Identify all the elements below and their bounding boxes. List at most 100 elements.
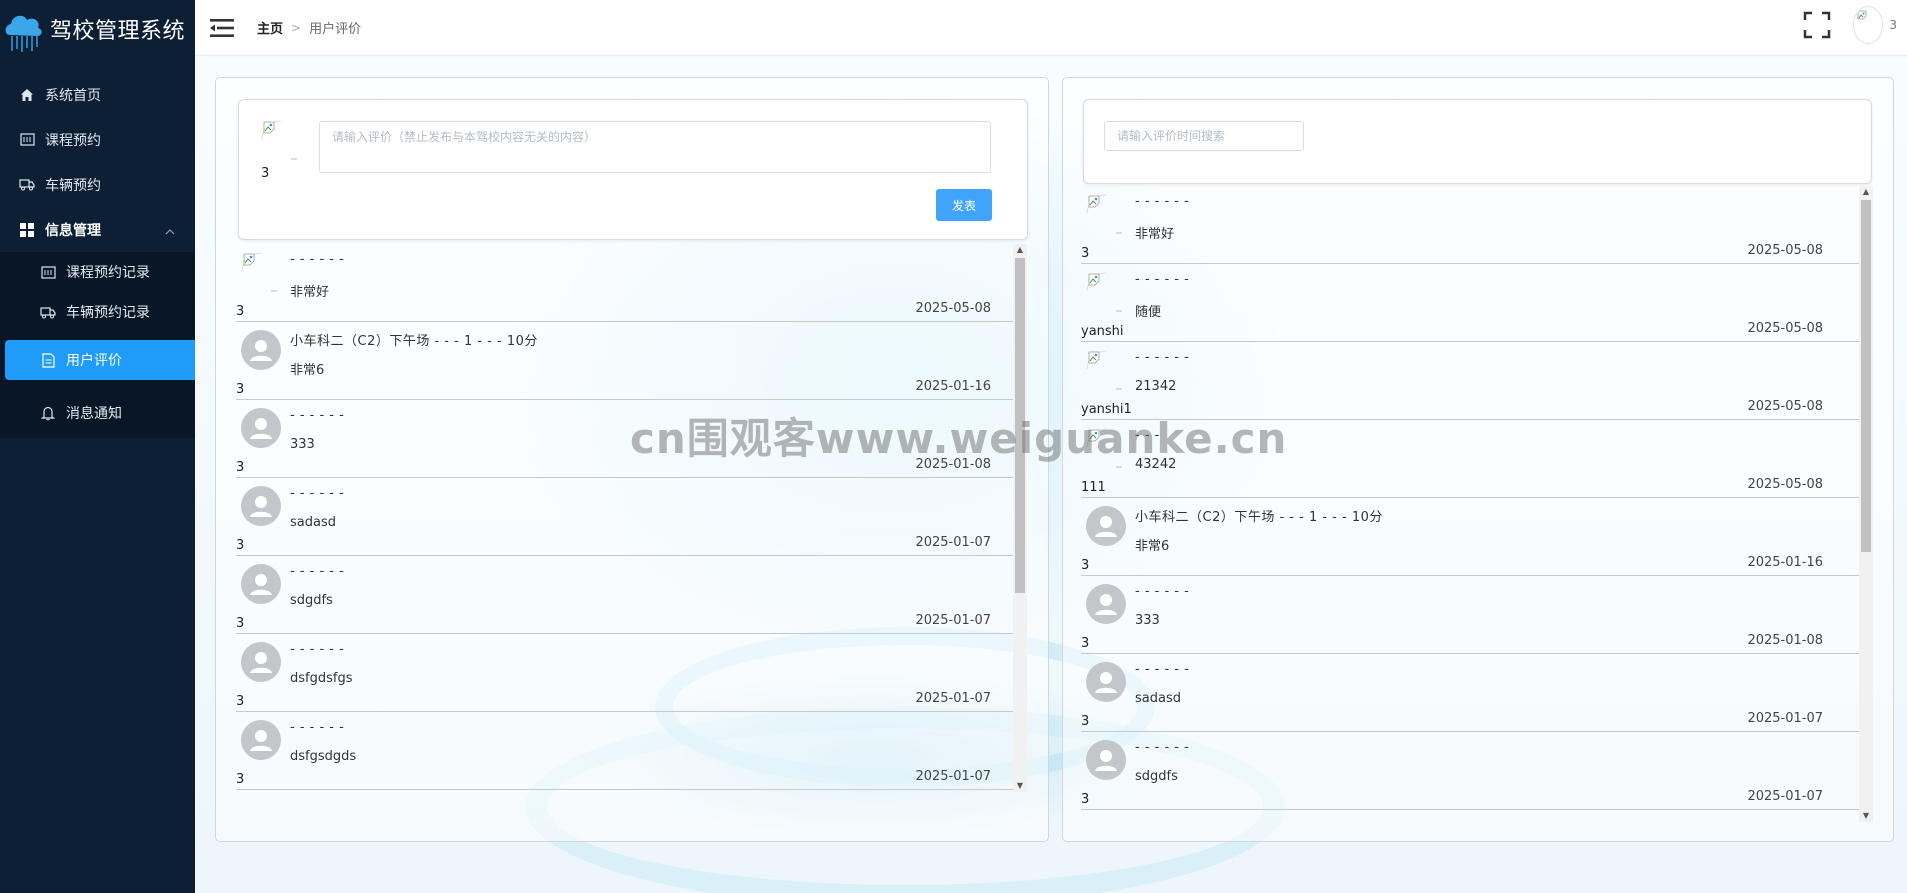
review-username: 3 — [1081, 792, 1090, 807]
list-item: yanshi1 - - - - - - 21342 2025-05-08 — [1081, 342, 1859, 420]
review-content: sadasd — [1135, 691, 1181, 706]
review-content: sdgdfs — [1135, 769, 1178, 784]
review-content: 43242 — [1135, 457, 1177, 472]
header-username: 3 — [1889, 18, 1897, 32]
composer-username: 3 — [261, 166, 270, 181]
review-title: - - - - - - — [1135, 584, 1190, 599]
review-content: dsfgdsfgs — [290, 671, 353, 686]
list-item: 111 - - - 43242 2025-05-08 — [1081, 420, 1859, 498]
user-avatar-icon — [241, 642, 281, 682]
list-item: 3 小车科二（C2）下午场 - - - 1 - - - 10分 非常6 2025-01… — [1081, 498, 1859, 576]
calendar-icon — [19, 132, 35, 148]
breadcrumb-current: 用户评价 — [309, 22, 362, 37]
search-input[interactable] — [1104, 121, 1304, 151]
right-scrollbar[interactable]: ▲ ▼ — [1859, 186, 1873, 822]
review-date: 2025-05-08 — [915, 301, 991, 316]
review-composer: 3 发表 — [238, 99, 1028, 240]
review-username: 3 — [236, 616, 245, 631]
menu-collapse-icon[interactable] — [207, 13, 237, 43]
truck-icon — [40, 304, 56, 320]
review-compose-panel: 3 发表 3 - - - - - - 非常好 2025-05-08 3 小车科二（C2）下… — [215, 77, 1049, 842]
grid-icon — [19, 222, 35, 238]
app-title: 驾校管理系统 — [50, 19, 186, 44]
review-date: 2025-05-08 — [1747, 477, 1823, 492]
scroll-up-icon[interactable]: ▲ — [1013, 244, 1027, 256]
list-item: 3 - - - - - - dsfgsdgds 2025-01-07 — [236, 712, 1027, 790]
review-title: - - - - - - — [1135, 740, 1190, 755]
list-item: 3 小车科二（C2）下午场 - - - 1 - - - 10分 非常6 2025-01… — [236, 322, 1027, 400]
list-item: 3 - - - - - - sdgdfs 2025-01-07 — [236, 556, 1027, 634]
review-date: 2025-01-08 — [1747, 633, 1823, 648]
sidebar-menu: 系统首页 课程预约 车辆预约 信息管理 课程预约记录 车辆预约记录 用户评价 消… — [0, 72, 195, 438]
review-title: - - - - - - — [1135, 272, 1190, 287]
review-date: 2025-01-07 — [915, 535, 991, 550]
review-username: 3 — [1081, 558, 1090, 573]
review-content: 333 — [290, 437, 315, 452]
scroll-thumb[interactable] — [1861, 200, 1871, 552]
review-input[interactable] — [319, 121, 991, 173]
breadcrumb-separator-icon: > — [291, 20, 302, 35]
scroll-down-icon[interactable]: ▼ — [1859, 810, 1873, 822]
sidebar-item-notifications[interactable]: 消息通知 — [0, 388, 195, 438]
review-title: - - - - - - — [290, 642, 345, 657]
sidebar-item-vehicle-records[interactable]: 车辆预约记录 — [0, 292, 195, 332]
sidebar-item-user-reviews[interactable]: 用户评价 — [5, 340, 195, 380]
header-right: 3 — [1803, 6, 1897, 44]
user-avatar-icon — [241, 486, 281, 526]
review-date: 2025-01-07 — [915, 691, 991, 706]
list-item: 3 - - - - - - sadasd 2025-01-07 — [236, 478, 1027, 556]
sidebar-item-label: 消息通知 — [66, 406, 122, 422]
review-date: 2025-01-16 — [915, 379, 991, 394]
review-username: 3 — [236, 304, 245, 319]
review-content: 21342 — [1135, 379, 1177, 394]
review-content: 333 — [1135, 613, 1160, 628]
sidebar-item-label: 课程预约 — [45, 132, 101, 149]
list-item: 3 - - - - - - 333 2025-01-08 — [236, 400, 1027, 478]
sidebar-item-label: 课程预约记录 — [66, 265, 150, 281]
avatar[interactable] — [1853, 6, 1884, 44]
review-title: - - - - - - — [290, 408, 345, 423]
review-title: - - - - - - — [290, 720, 345, 735]
sidebar: 驾校管理系统 系统首页 课程预约 车辆预约 信息管理 课程预约记录 车辆预约记录… — [0, 0, 195, 893]
list-item: 3 - - - - - - dsfgdsfgs 2025-01-07 — [236, 634, 1027, 712]
sidebar-item-course-records[interactable]: 课程预约记录 — [0, 252, 195, 292]
scroll-up-icon[interactable]: ▲ — [1859, 186, 1873, 198]
broken-image-icon — [1857, 10, 1867, 20]
user-avatar-icon — [1086, 740, 1126, 780]
broken-image-icon — [241, 252, 277, 292]
review-date: 2025-01-07 — [1747, 789, 1823, 804]
sidebar-group-info-toggle[interactable]: 信息管理 — [0, 207, 195, 252]
list-item: yanshi - - - - - - 随便 2025-05-08 — [1081, 264, 1859, 342]
review-title: 小车科二（C2）下午场 - - - 1 - - - 10分 — [1135, 510, 1383, 525]
broken-image-icon — [1086, 272, 1122, 312]
sidebar-group-info: 信息管理 课程预约记录 车辆预约记录 用户评价 消息通知 — [0, 207, 195, 438]
fullscreen-icon[interactable] — [1803, 11, 1831, 39]
review-date: 2025-01-07 — [1747, 711, 1823, 726]
review-title: - - - — [1135, 428, 1160, 443]
sidebar-group-label: 信息管理 — [45, 222, 101, 239]
review-title: - - - - - - — [1135, 662, 1190, 677]
sidebar-submenu: 课程预约记录 车辆预约记录 用户评价 消息通知 — [0, 252, 195, 438]
bell-icon — [40, 405, 56, 421]
review-date: 2025-01-16 — [1747, 555, 1823, 570]
sidebar-item-label: 车辆预约记录 — [66, 305, 150, 321]
logo: 驾校管理系统 — [0, 0, 195, 58]
post-button[interactable]: 发表 — [936, 189, 992, 221]
sidebar-item-course-booking[interactable]: 课程预约 — [0, 117, 195, 162]
left-scrollbar[interactable]: ▲ ▼ — [1013, 244, 1027, 792]
right-review-list: 3 - - - - - - 非常好 2025-05-08 yanshi - - - - -… — [1081, 186, 1859, 822]
review-username: yanshi1 — [1081, 402, 1132, 417]
sidebar-item-vehicle-booking[interactable]: 车辆预约 — [0, 162, 195, 207]
review-date: 2025-05-08 — [1747, 321, 1823, 336]
review-title: - - - - - - — [1135, 350, 1190, 365]
review-username: yanshi — [1081, 324, 1124, 339]
review-username: 3 — [236, 538, 245, 553]
scroll-down-icon[interactable]: ▼ — [1013, 780, 1027, 792]
sidebar-item-home[interactable]: 系统首页 — [0, 72, 195, 117]
scroll-thumb[interactable] — [1015, 258, 1025, 593]
review-username: 3 — [236, 772, 245, 787]
review-content: 非常好 — [290, 285, 330, 300]
review-date: 2025-01-08 — [915, 457, 991, 472]
review-content: 非常6 — [290, 363, 325, 378]
breadcrumb-home[interactable]: 主页 — [257, 18, 283, 37]
